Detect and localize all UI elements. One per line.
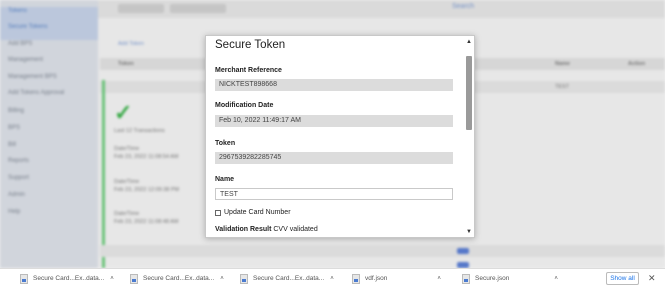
modal-title: Secure Token — [215, 39, 286, 51]
file-icon — [240, 273, 248, 284]
merchant-reference-label: Merchant Reference — [215, 67, 282, 74]
show-all-button[interactable]: Show all — [606, 272, 639, 285]
file-icon — [130, 273, 138, 284]
close-icon[interactable]: ✕ — [648, 273, 656, 284]
update-card-label: Update Card Number — [224, 209, 291, 216]
update-card-row[interactable]: Update Card Number — [215, 209, 291, 216]
scroll-down-arrow-icon[interactable]: ▼ — [466, 229, 472, 235]
validation-result-label: Validation Result — [215, 226, 272, 233]
modification-date-label: Modification Date — [215, 102, 274, 109]
download-item[interactable]: Secure Card...Ex..data... ˄ — [130, 272, 224, 285]
update-card-checkbox[interactable] — [215, 209, 221, 216]
download-item[interactable]: Secure Card...Ex..data... ˄ — [240, 272, 334, 285]
scroll-up-arrow-icon[interactable]: ▲ — [466, 39, 472, 45]
scrollbar-thumb[interactable] — [466, 56, 472, 130]
download-item[interactable]: Secure.json ˄ — [462, 272, 558, 285]
name-label: Name — [215, 176, 235, 183]
download-filename: Secure Card...Ex..data... — [143, 275, 215, 282]
chevron-up-icon[interactable]: ˄ — [220, 276, 224, 282]
validation-result: Validation Result CVV validated — [215, 226, 318, 233]
secure-token-modal: Secure Token ▲ ▼ Merchant Reference NICK… — [205, 35, 475, 238]
chevron-up-icon[interactable]: ˄ — [330, 276, 334, 282]
download-item[interactable]: Secure Card...Ex..data... ˄ — [20, 272, 114, 285]
name-input[interactable]: TEST — [215, 188, 453, 200]
download-filename: Secure.json — [475, 275, 510, 282]
merchant-reference-field: NICKTEST898668 — [215, 79, 453, 91]
chevron-up-icon[interactable]: ˄ — [554, 276, 558, 282]
file-icon — [462, 273, 470, 284]
download-item[interactable]: vdf.json ˄ — [352, 272, 441, 285]
token-label: Token — [215, 140, 236, 147]
download-filename: vdf.json — [365, 275, 388, 282]
chevron-up-icon[interactable]: ˄ — [110, 276, 114, 282]
file-icon — [20, 273, 28, 284]
download-filename: Secure Card...Ex..data... — [253, 275, 325, 282]
download-filename: Secure Card...Ex..data... — [33, 275, 105, 282]
validation-result-value: CVV validated — [273, 226, 318, 233]
token-field: 2967539282285745 — [215, 152, 453, 164]
download-bar: Secure Card...Ex..data... ˄ Secure Card.… — [0, 268, 665, 288]
chevron-up-icon[interactable]: ˄ — [437, 276, 441, 282]
modification-date-field: Feb 10, 2022 11:49:17 AM — [215, 115, 453, 127]
file-icon — [352, 273, 360, 284]
